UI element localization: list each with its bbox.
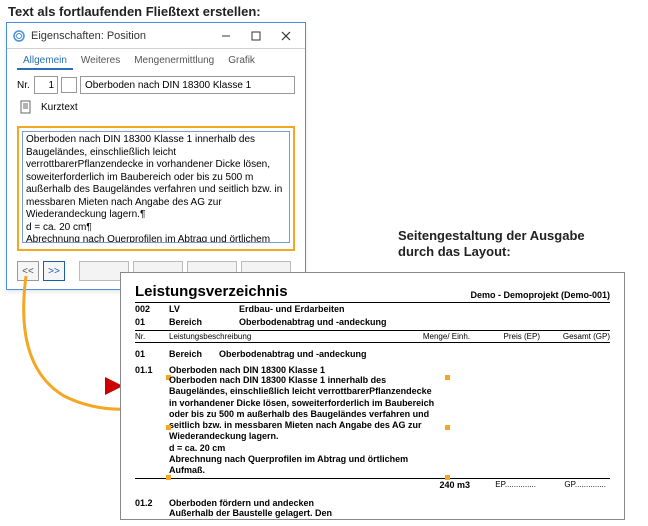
marker-dot (166, 475, 171, 480)
hdr-val1: Erdbau- und Erdarbeiten (239, 303, 610, 316)
th-ep: Preis (EP) (470, 332, 540, 341)
pos2-body: Oberboden fördern und andecken Außerhalb… (169, 498, 610, 519)
close-button[interactable] (271, 25, 301, 47)
caption-right-line1: Seitengestaltung der Ausgabe (398, 228, 585, 243)
pos1-qty: 240 m3 (400, 480, 470, 490)
hdr-num2: 01 (135, 316, 169, 329)
dialog-title: Eigenschaften: Position (31, 30, 211, 42)
sec-title: Oberbodenabtrag und -andeckung (219, 349, 367, 359)
tab-mengenermittlung[interactable]: Mengenermittlung (128, 53, 220, 70)
sec-lbl: Bereich (169, 349, 219, 359)
caption-right-line2: durch das Layout: (398, 244, 511, 259)
output-title: Leistungsverzeichnis (135, 283, 470, 300)
output-header: Leistungsverzeichnis Demo - Demoprojekt … (135, 283, 610, 303)
kurztext-input[interactable] (80, 76, 295, 94)
pos1-body: Oberboden nach DIN 18300 Klasse 1 Oberbo… (169, 365, 610, 476)
th-nr: Nr. (135, 332, 169, 341)
marker-dot (445, 375, 450, 380)
output-project: Demo - Demoprojekt (Demo-001) (470, 290, 610, 300)
qty-row: 240 m3 EP.............. GP.............. (135, 478, 610, 490)
tabs: Allgemein Weiteres Mengenermittlung Graf… (7, 49, 305, 70)
longtext-textarea[interactable]: Oberboden nach DIN 18300 Klasse 1 innerh… (22, 131, 290, 243)
label-nr: Nr. (17, 80, 31, 91)
output-document: Leistungsverzeichnis Demo - Demoprojekt … (120, 272, 625, 520)
nr-input[interactable] (34, 76, 58, 94)
position-row-2: 01.2 Oberboden fördern und andecken Auße… (135, 496, 610, 519)
pos1-longtext: Oberboden nach DIN 18300 Klasse 1 innerh… (169, 375, 439, 476)
marker-dot (166, 425, 171, 430)
marker-dot (445, 475, 450, 480)
tab-grafik[interactable]: Grafik (222, 53, 261, 70)
next-button[interactable]: >> (43, 261, 65, 281)
tab-allgemein[interactable]: Allgemein (17, 53, 73, 70)
titlebar: Eigenschaften: Position (7, 23, 305, 49)
th-desc: Leistungsbeschreibung (169, 332, 400, 341)
table-head: Nr. Leistungsbeschreibung Menge/ Einh. P… (135, 330, 610, 343)
sec-nr: 01 (135, 349, 169, 359)
row-nr: Nr. (7, 70, 305, 98)
output-header-row1: 002 LV Erdbau- und Erdarbeiten (135, 303, 610, 316)
hdr-lbl2: Bereich (169, 316, 239, 329)
properties-dialog: Eigenschaften: Position Allgemein Weiter… (6, 22, 306, 290)
label-kurztext: Kurztext (41, 102, 78, 113)
position-row-1: 01.1 Oberboden nach DIN 18300 Klasse 1 O… (135, 363, 610, 476)
hdr-val2: Oberbodenabtrag und -andeckung (239, 316, 610, 329)
pos1-ep: EP.............. (470, 480, 540, 490)
app-icon (11, 28, 27, 44)
section-row: 01 Bereich Oberbodenabtrag und -andeckun… (135, 343, 610, 363)
pos1-gp: GP.............. (540, 480, 610, 490)
pos1-title: Oberboden nach DIN 18300 Klasse 1 (169, 365, 610, 375)
th-qty: Menge/ Einh. (400, 332, 470, 341)
output-header-row2: 01 Bereich Oberbodenabtrag und -andeckun… (135, 316, 610, 329)
prev-button[interactable]: << (17, 261, 39, 281)
tab-weiteres[interactable]: Weiteres (75, 53, 126, 70)
nr-checkbox[interactable] (61, 77, 77, 93)
row-kurztext: Kurztext (7, 98, 305, 122)
hdr-num1: 002 (135, 303, 169, 316)
pos2-longtext: Außerhalb der Baustelle gelagert. Den (169, 508, 439, 519)
longtext-highlight: Oberboden nach DIN 18300 Klasse 1 innerh… (17, 126, 295, 251)
pos2-nr: 01.2 (135, 498, 169, 519)
th-gp: Gesamt (GP) (540, 332, 610, 341)
caption-top: Text als fortlaufenden Fließtext erstell… (8, 4, 261, 19)
marker-dot (445, 425, 450, 430)
document-icon[interactable] (17, 98, 35, 116)
caption-right: Seitengestaltung der Ausgabe durch das L… (398, 228, 585, 259)
hdr-lbl1: LV (169, 303, 239, 316)
maximize-button[interactable] (241, 25, 271, 47)
pos1-nr: 01.1 (135, 365, 169, 476)
minimize-button[interactable] (211, 25, 241, 47)
pos2-title: Oberboden fördern und andecken (169, 498, 610, 508)
